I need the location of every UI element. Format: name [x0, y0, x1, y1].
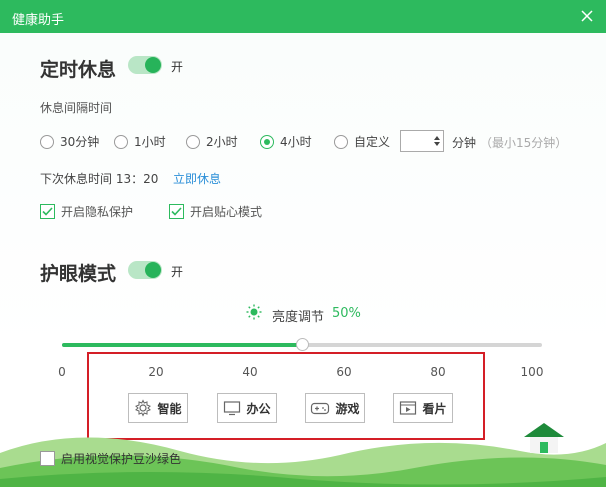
slider-tick-label: 100 [520, 365, 544, 379]
radio-1hour[interactable]: 1小时 [114, 133, 166, 150]
eye-care-toggle-label: 开 [171, 265, 184, 279]
custom-minutes-input[interactable] [401, 131, 431, 151]
toggle-knob [145, 57, 161, 73]
brightness-slider-fill [62, 343, 302, 347]
care-mode-checkbox[interactable]: 开启贴心模式 [169, 203, 262, 220]
radio-circle-selected [260, 134, 274, 149]
house-icon [524, 423, 564, 453]
checkbox-box [169, 204, 184, 219]
radio-circle [186, 134, 200, 149]
radio-label: 4小时 [280, 135, 312, 149]
toggle-knob [145, 262, 161, 278]
brightness-slider-thumb[interactable] [296, 338, 309, 351]
bean-green-label: 启用视觉保护豆沙绿色 [61, 452, 182, 466]
timed-rest-title: 定时休息 [40, 59, 117, 81]
radio-circle [114, 134, 128, 149]
checkbox-box [40, 204, 55, 219]
eye-care-toggle[interactable] [128, 261, 162, 279]
checkbox-box [40, 451, 55, 466]
custom-unit: 分钟 [452, 136, 477, 150]
radio-custom[interactable]: 自定义 [334, 133, 390, 150]
timed-rest-toggle[interactable] [128, 56, 162, 74]
radio-label: 30分钟 [60, 135, 100, 149]
radio-circle [40, 134, 54, 149]
privacy-checkbox[interactable]: 开启隐私保护 [40, 203, 133, 220]
main-content: 定时休息 开 休息间隔时间 30分钟 1小时 2小时 4小时 自定义 分钟 （最… [0, 33, 606, 487]
title-bar: 健康助手 [0, 0, 606, 33]
custom-hint: （最小15分钟） [480, 136, 568, 150]
radio-2hour[interactable]: 2小时 [186, 133, 238, 150]
privacy-label: 开启隐私保护 [61, 205, 134, 219]
bean-green-checkbox[interactable]: 启用视觉保护豆沙绿色 [40, 450, 181, 467]
brightness-label: 亮度调节 [272, 310, 325, 325]
radio-label: 自定义 [354, 135, 391, 149]
check-icon [171, 207, 182, 216]
radio-label: 2小时 [206, 135, 238, 149]
window-title: 健康助手 [12, 13, 65, 28]
timed-rest-toggle-label: 开 [171, 60, 184, 74]
rest-now-link[interactable]: 立即休息 [173, 170, 221, 187]
radio-30min[interactable]: 30分钟 [40, 133, 99, 150]
brightness-sun-icon [246, 304, 262, 320]
radio-circle [334, 134, 348, 149]
check-icon [42, 207, 53, 216]
stepper-arrows-icon[interactable] [433, 133, 441, 149]
eye-care-title: 护眼模式 [40, 263, 117, 285]
close-icon[interactable] [578, 7, 596, 25]
interval-label: 休息间隔时间 [40, 101, 113, 115]
next-rest-time: 下次休息时间 13：20 [40, 172, 159, 186]
custom-minutes-stepper[interactable] [400, 130, 444, 152]
radio-4hour[interactable]: 4小时 [260, 133, 312, 150]
slider-tick-label: 0 [58, 365, 66, 379]
brightness-value: 50% [332, 306, 361, 321]
brightness-slider[interactable] [62, 338, 542, 351]
radio-label: 1小时 [134, 135, 166, 149]
care-label: 开启贴心模式 [190, 205, 263, 219]
